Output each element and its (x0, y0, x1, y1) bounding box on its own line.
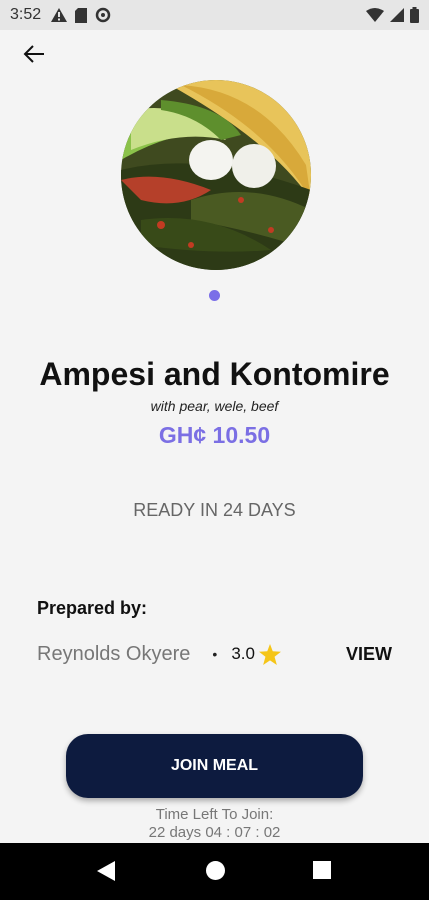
sd-card-icon (75, 7, 88, 23)
meal-subtitle: with pear, wele, beef (150, 398, 279, 414)
nav-back-button[interactable] (97, 861, 115, 886)
square-recents-icon (313, 861, 331, 879)
status-bar: 3:52 (0, 0, 429, 30)
meal-price: GH¢ 10.50 (158, 422, 271, 448)
nav-recents-button[interactable] (313, 861, 331, 884)
status-left-icons (51, 7, 111, 23)
warning-icon (51, 8, 68, 22)
battery-icon (410, 7, 419, 23)
signal-icon (390, 8, 404, 22)
prepared-by-label: Prepared by: (37, 598, 148, 618)
time-left-label: Time Left To Join: (155, 806, 274, 823)
meal-image (121, 80, 311, 270)
star-icon (258, 643, 281, 665)
arrow-left-icon (23, 45, 44, 63)
nav-home-button[interactable] (206, 861, 225, 885)
chef-row: Reynolds Okyere • 3.0 VIEW (37, 640, 392, 668)
ready-status: READY IN 24 DAYS (133, 500, 296, 520)
circle-home-icon (206, 861, 225, 880)
status-time: 3:52 (10, 6, 42, 23)
back-button[interactable] (20, 40, 48, 68)
wifi-icon (366, 8, 384, 22)
system-nav-bar (0, 843, 429, 900)
chef-rating: 3.0 (231, 644, 255, 663)
time-left-countdown: 22 days 04 : 07 : 02 (148, 824, 281, 841)
view-chef-button[interactable]: VIEW (346, 644, 392, 665)
meal-title: Ampesi and Kontomire (39, 356, 390, 392)
chef-name: Reynolds Okyere (37, 642, 191, 665)
status-right-icons (366, 7, 419, 23)
separator-dot: • (212, 646, 218, 662)
join-meal-button[interactable]: JOIN MEAL (66, 734, 363, 798)
triangle-back-icon (97, 861, 115, 881)
carousel-indicator-dot (209, 290, 220, 301)
sync-icon (95, 7, 111, 23)
